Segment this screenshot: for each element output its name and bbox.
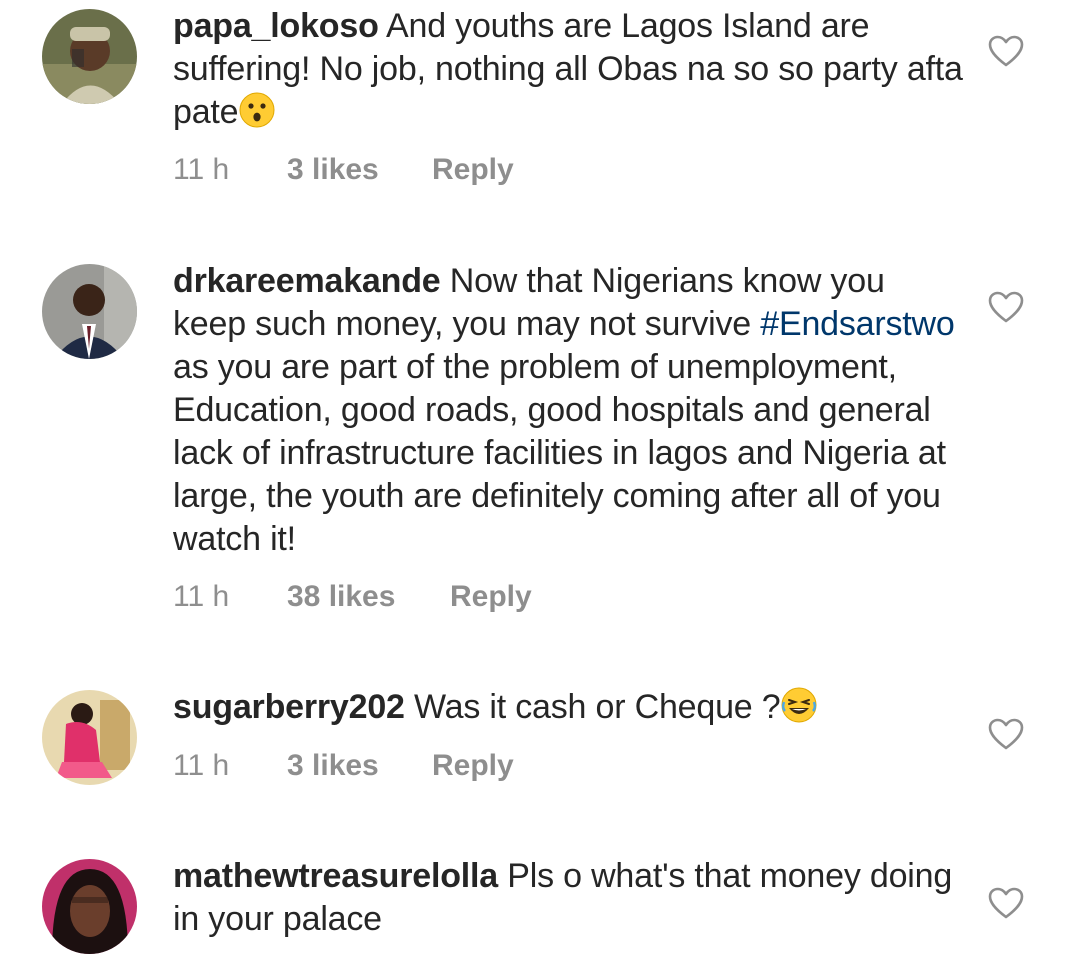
- avatar[interactable]: [42, 264, 137, 359]
- likes-count[interactable]: 3 likes: [287, 748, 432, 784]
- hushed-face-emoji-icon: [238, 91, 276, 129]
- comment-text: drkareemakande Now that Nigerians know y…: [173, 260, 963, 561]
- comment-meta: 11 h 3 likes Reply: [173, 748, 514, 784]
- comment-body-continued: as you are part of the problem of unempl…: [173, 348, 946, 558]
- like-heart-icon[interactable]: [988, 291, 1024, 323]
- comment-username[interactable]: sugarberry202: [173, 688, 405, 726]
- laughing-face-emoji-icon: [780, 686, 818, 724]
- avatar[interactable]: [42, 9, 137, 104]
- like-heart-icon[interactable]: [988, 35, 1024, 67]
- avatar[interactable]: [42, 690, 137, 785]
- like-heart-icon[interactable]: [988, 718, 1024, 750]
- comment-meta: 11 h 3 likes Reply: [173, 152, 514, 188]
- reply-button[interactable]: Reply: [432, 748, 514, 784]
- reply-button[interactable]: Reply: [450, 579, 532, 615]
- likes-count[interactable]: 3 likes: [287, 152, 432, 188]
- hashtag-link[interactable]: #Endsarstwo: [760, 305, 955, 343]
- comment-time: 11 h: [173, 580, 230, 613]
- comment-text: papa_lokoso And youths are Lagos Island …: [173, 5, 963, 134]
- likes-count[interactable]: 38 likes: [287, 579, 450, 615]
- like-heart-icon[interactable]: [988, 887, 1024, 919]
- avatar[interactable]: [42, 859, 137, 954]
- comment-text: sugarberry202 Was it cash or Cheque ?: [173, 686, 963, 729]
- comment-meta: 11 h 38 likes Reply: [173, 579, 532, 615]
- comment-body: Was it cash or Cheque ?: [404, 688, 781, 726]
- comment-username[interactable]: papa_lokoso: [173, 7, 379, 45]
- comment-username[interactable]: drkareemakande: [173, 262, 441, 300]
- reply-button[interactable]: Reply: [432, 152, 514, 188]
- comment-username[interactable]: mathewtreasurelolla: [173, 857, 498, 895]
- comment-text: mathewtreasurelolla Pls o what's that mo…: [173, 855, 963, 941]
- comment-time: 11 h: [173, 153, 230, 186]
- comment-time: 11 h: [173, 749, 230, 782]
